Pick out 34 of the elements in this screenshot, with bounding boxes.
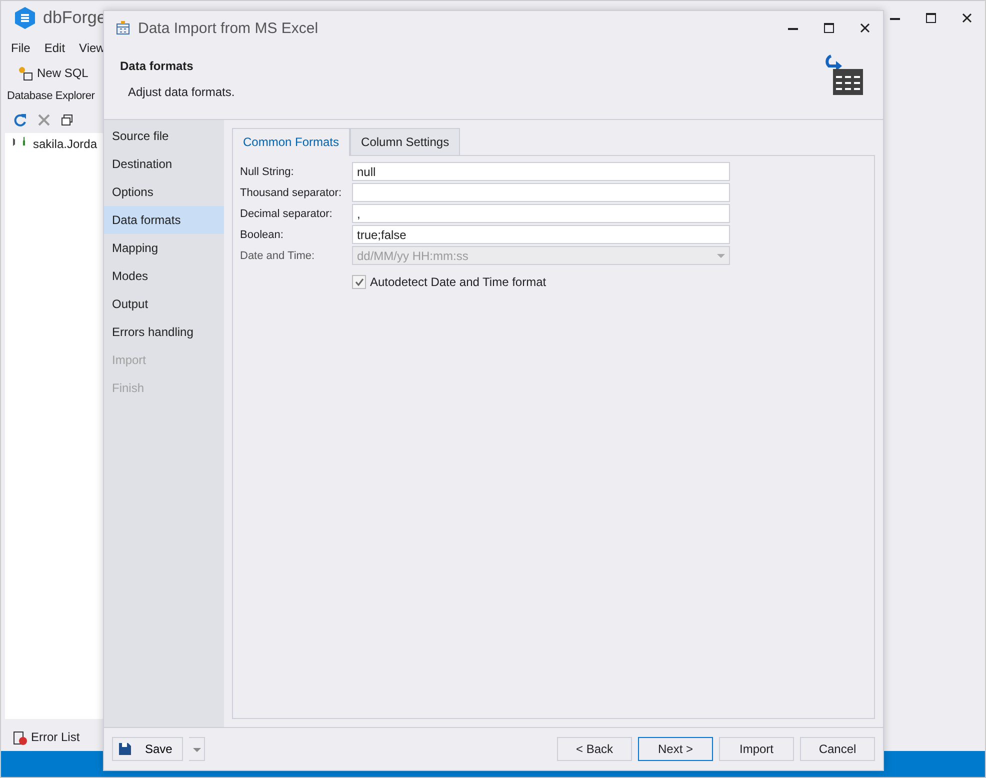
input-field[interactable]: null [352, 162, 730, 181]
menu-item[interactable]: File [11, 41, 30, 55]
wizard-step[interactable]: Options [104, 178, 224, 206]
error-list-tab[interactable]: Error List [31, 730, 80, 744]
tab[interactable]: Column Settings [350, 128, 460, 156]
field-label: Boolean: [240, 228, 284, 240]
wizard-button[interactable]: Cancel [800, 737, 875, 761]
field-label: Decimal separator: [240, 208, 334, 220]
tree-item[interactable]: sakila.Jorda [32, 137, 97, 151]
wizard-button[interactable]: Import [719, 737, 794, 761]
wizard-step[interactable]: Destination [104, 150, 224, 178]
toolbar-button[interactable]: New SQL [37, 66, 88, 80]
input-field[interactable]: true;false [352, 225, 730, 244]
wizard-step[interactable]: Output [104, 290, 224, 318]
checkbox-label: Autodetect Date and Time format [370, 275, 546, 289]
input-field[interactable]: , [352, 204, 730, 223]
wizard-button[interactable]: < Back [557, 737, 632, 761]
wizard-step[interactable]: Mapping [104, 234, 224, 262]
wizard-step[interactable]: Source file [104, 122, 224, 150]
page-title: Data formats [120, 59, 194, 73]
field-label: Date and Time: [240, 250, 316, 262]
menu-item[interactable]: Edit [44, 41, 66, 55]
wizard-step[interactable]: Modes [104, 262, 224, 290]
dialog-title: Data Import from MS Excel [138, 20, 318, 36]
tab[interactable]: Common Formats [232, 128, 350, 156]
panel-title: Database Explorer [6, 89, 96, 104]
wizard-button[interactable]: Next > [638, 737, 713, 761]
field-label: Thousand separator: [240, 186, 343, 198]
field-label: Null String: [240, 166, 295, 178]
app-title: dbForge [43, 8, 106, 28]
wizard-step[interactable]: Errors handling [104, 318, 224, 346]
save-button[interactable]: Save [112, 737, 184, 761]
wizard-step[interactable]: Data formats [104, 206, 224, 234]
page-subtitle: Adjust data formats. [127, 85, 235, 99]
